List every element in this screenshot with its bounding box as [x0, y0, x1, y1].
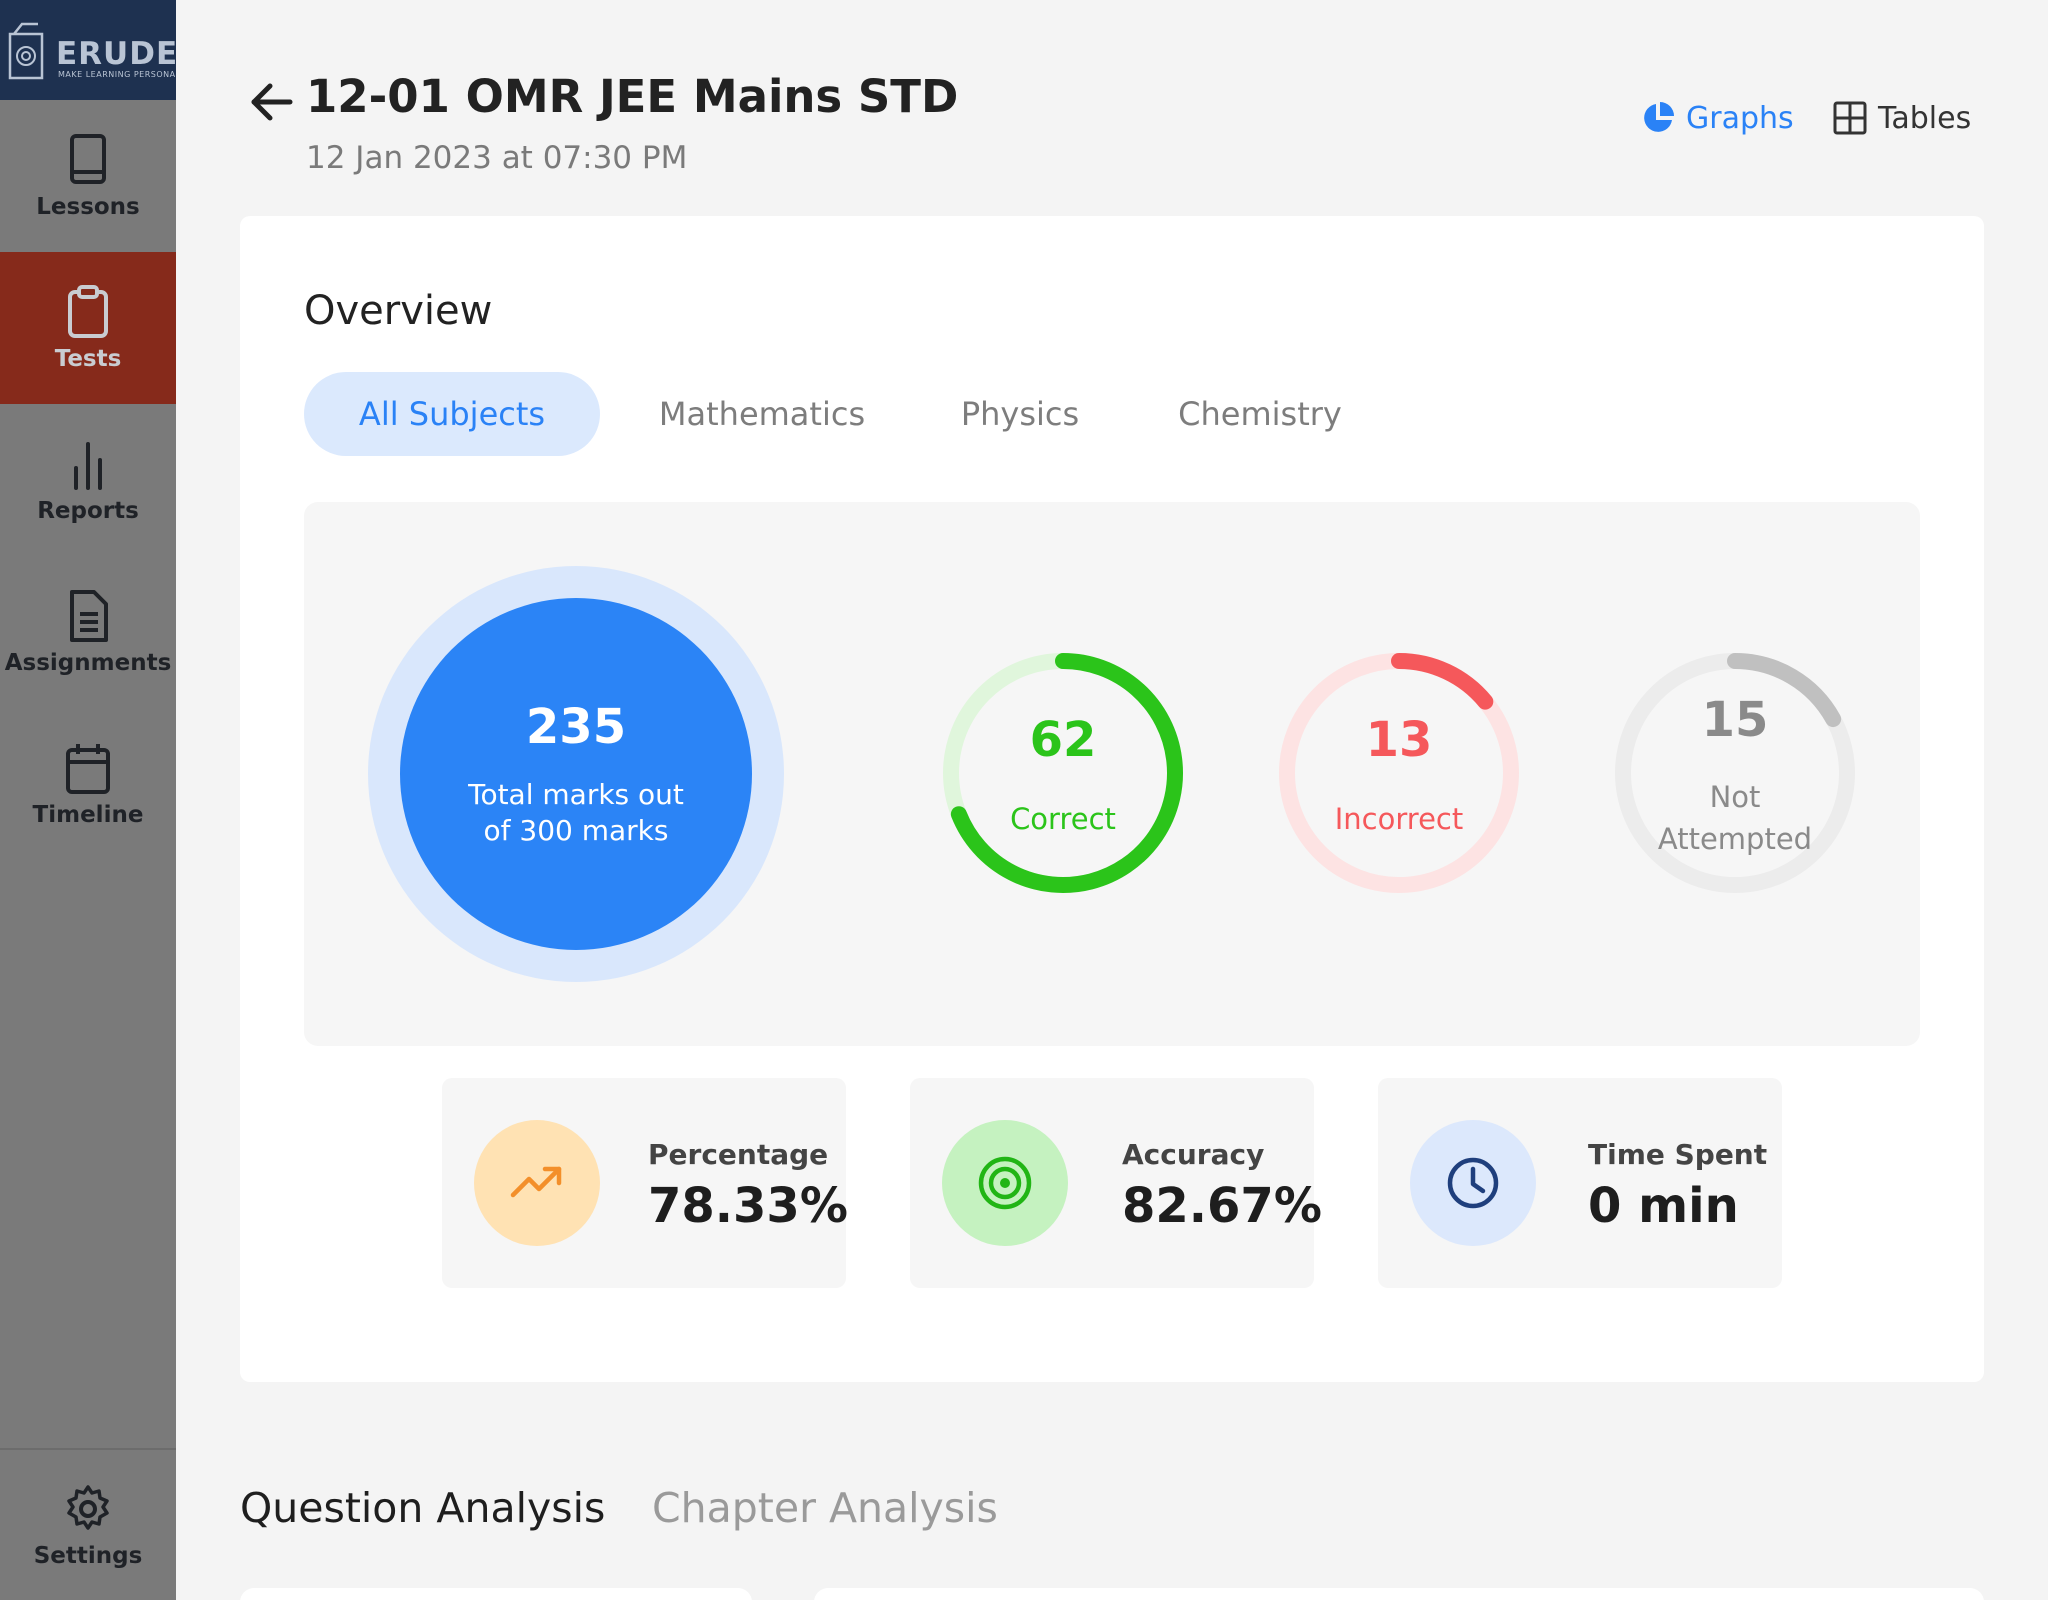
percentage-label: Percentage — [648, 1138, 829, 1171]
sidebar-item-reports[interactable]: Reports — [0, 404, 176, 556]
correct-count: 62 — [1029, 712, 1097, 768]
not-attempted-ring-chart — [1615, 653, 1855, 893]
sidebar-item-tests[interactable]: Tests — [0, 252, 176, 404]
sidebar-item-label: Reports — [37, 498, 139, 524]
sidebar-item-label: Timeline — [32, 802, 144, 828]
not-attempted-count: 15 — [1701, 692, 1769, 748]
brand-logo[interactable]: ERUDEX MAKE LEARNING PERSONAL — [0, 0, 176, 100]
total-marks-circle: 235 Total marks out of 300 marks — [368, 566, 784, 982]
tab-chemistry[interactable]: Chemistry — [1160, 372, 1360, 456]
sidebar: ERUDEX MAKE LEARNING PERSONAL Lessons Te… — [0, 0, 176, 1600]
percentage-card: Percentage 78.33% — [442, 1078, 848, 1288]
time-spent-value: 0 min — [1588, 1178, 1739, 1234]
tab-mathematics[interactable]: Mathematics — [640, 372, 884, 456]
tab-question-analysis[interactable]: Question Analysis — [240, 1484, 605, 1532]
correct-ring-chart — [943, 653, 1183, 893]
accuracy-value: 82.67% — [1122, 1178, 1322, 1234]
not-attempted-ring: 15 Not Attempted — [1610, 648, 1860, 898]
total-marks-value: 235 — [525, 699, 627, 755]
overview-card: Overview All Subjects Mathematics Physic… — [240, 216, 1984, 1382]
tables-toggle[interactable]: Tables — [1832, 100, 1971, 136]
time-spent-label: Time Spent — [1588, 1138, 1768, 1171]
trending-up-icon — [510, 1166, 562, 1198]
question-analysis-card — [240, 1588, 752, 1600]
back-arrow-icon[interactable] — [248, 82, 294, 122]
clipboard-icon — [68, 285, 108, 338]
chapter-analysis-card — [814, 1588, 1984, 1600]
accuracy-label: Accuracy — [1122, 1138, 1265, 1171]
correct-ring: 62 Correct — [938, 648, 1188, 898]
brand-name: ERUDEX — [56, 36, 176, 72]
sidebar-item-timeline[interactable]: Timeline — [0, 708, 176, 860]
overview-title: Overview — [304, 288, 493, 334]
gear-icon — [67, 1485, 109, 1530]
target-icon — [978, 1156, 1032, 1210]
sidebar-item-assignments[interactable]: Assignments — [0, 556, 176, 708]
book-icon — [70, 134, 106, 184]
sidebar-item-label: Assignments — [4, 650, 172, 676]
accuracy-card: Accuracy 82.67% — [910, 1078, 1322, 1288]
sidebar-item-label: Lessons — [36, 194, 140, 220]
incorrect-label: Incorrect — [1334, 802, 1464, 836]
incorrect-ring: 13 Incorrect — [1274, 648, 1524, 898]
calendar-icon — [66, 744, 110, 794]
incorrect-count: 13 — [1365, 712, 1433, 768]
total-marks-caption: Total marks out of 300 marks — [468, 778, 684, 847]
settings-label: Settings — [33, 1543, 143, 1569]
correct-label: Correct — [1010, 802, 1116, 836]
pie-chart-icon — [1644, 102, 1674, 132]
tables-label: Tables — [1878, 100, 1972, 136]
bar-chart-icon — [74, 442, 102, 490]
graphs-label: Graphs — [1686, 100, 1794, 136]
page-title: 12-01 OMR JEE Mains STD — [306, 70, 959, 123]
tab-all-subjects[interactable]: All Subjects — [304, 372, 600, 456]
tab-chapter-analysis[interactable]: Chapter Analysis — [652, 1484, 998, 1532]
table-icon — [1833, 101, 1867, 135]
clock-icon — [1447, 1157, 1499, 1209]
brand-tagline: MAKE LEARNING PERSONAL — [58, 70, 176, 79]
percentage-value: 78.33% — [648, 1178, 848, 1234]
accuracy-icon-badge — [942, 1120, 1068, 1246]
time-spent-card: Time Spent 0 min — [1378, 1078, 1782, 1288]
percentage-icon-badge — [474, 1120, 600, 1246]
score-summary-panel: 235 Total marks out of 300 marks 62 Corr… — [304, 502, 1920, 1046]
sidebar-item-lessons[interactable]: Lessons — [0, 100, 176, 252]
graphs-toggle[interactable]: Graphs — [1640, 100, 1794, 136]
document-icon — [70, 590, 108, 642]
test-date: 12 Jan 2023 at 07:30 PM — [306, 140, 688, 176]
time-spent-icon-badge — [1410, 1120, 1536, 1246]
tab-physics[interactable]: Physics — [940, 372, 1100, 456]
sidebar-item-label: Tests — [54, 346, 122, 372]
logo-icon — [8, 22, 44, 80]
not-attempted-label: Not Attempted — [1657, 780, 1813, 856]
incorrect-ring-chart — [1279, 653, 1519, 893]
sidebar-item-settings[interactable]: Settings — [0, 1450, 176, 1600]
